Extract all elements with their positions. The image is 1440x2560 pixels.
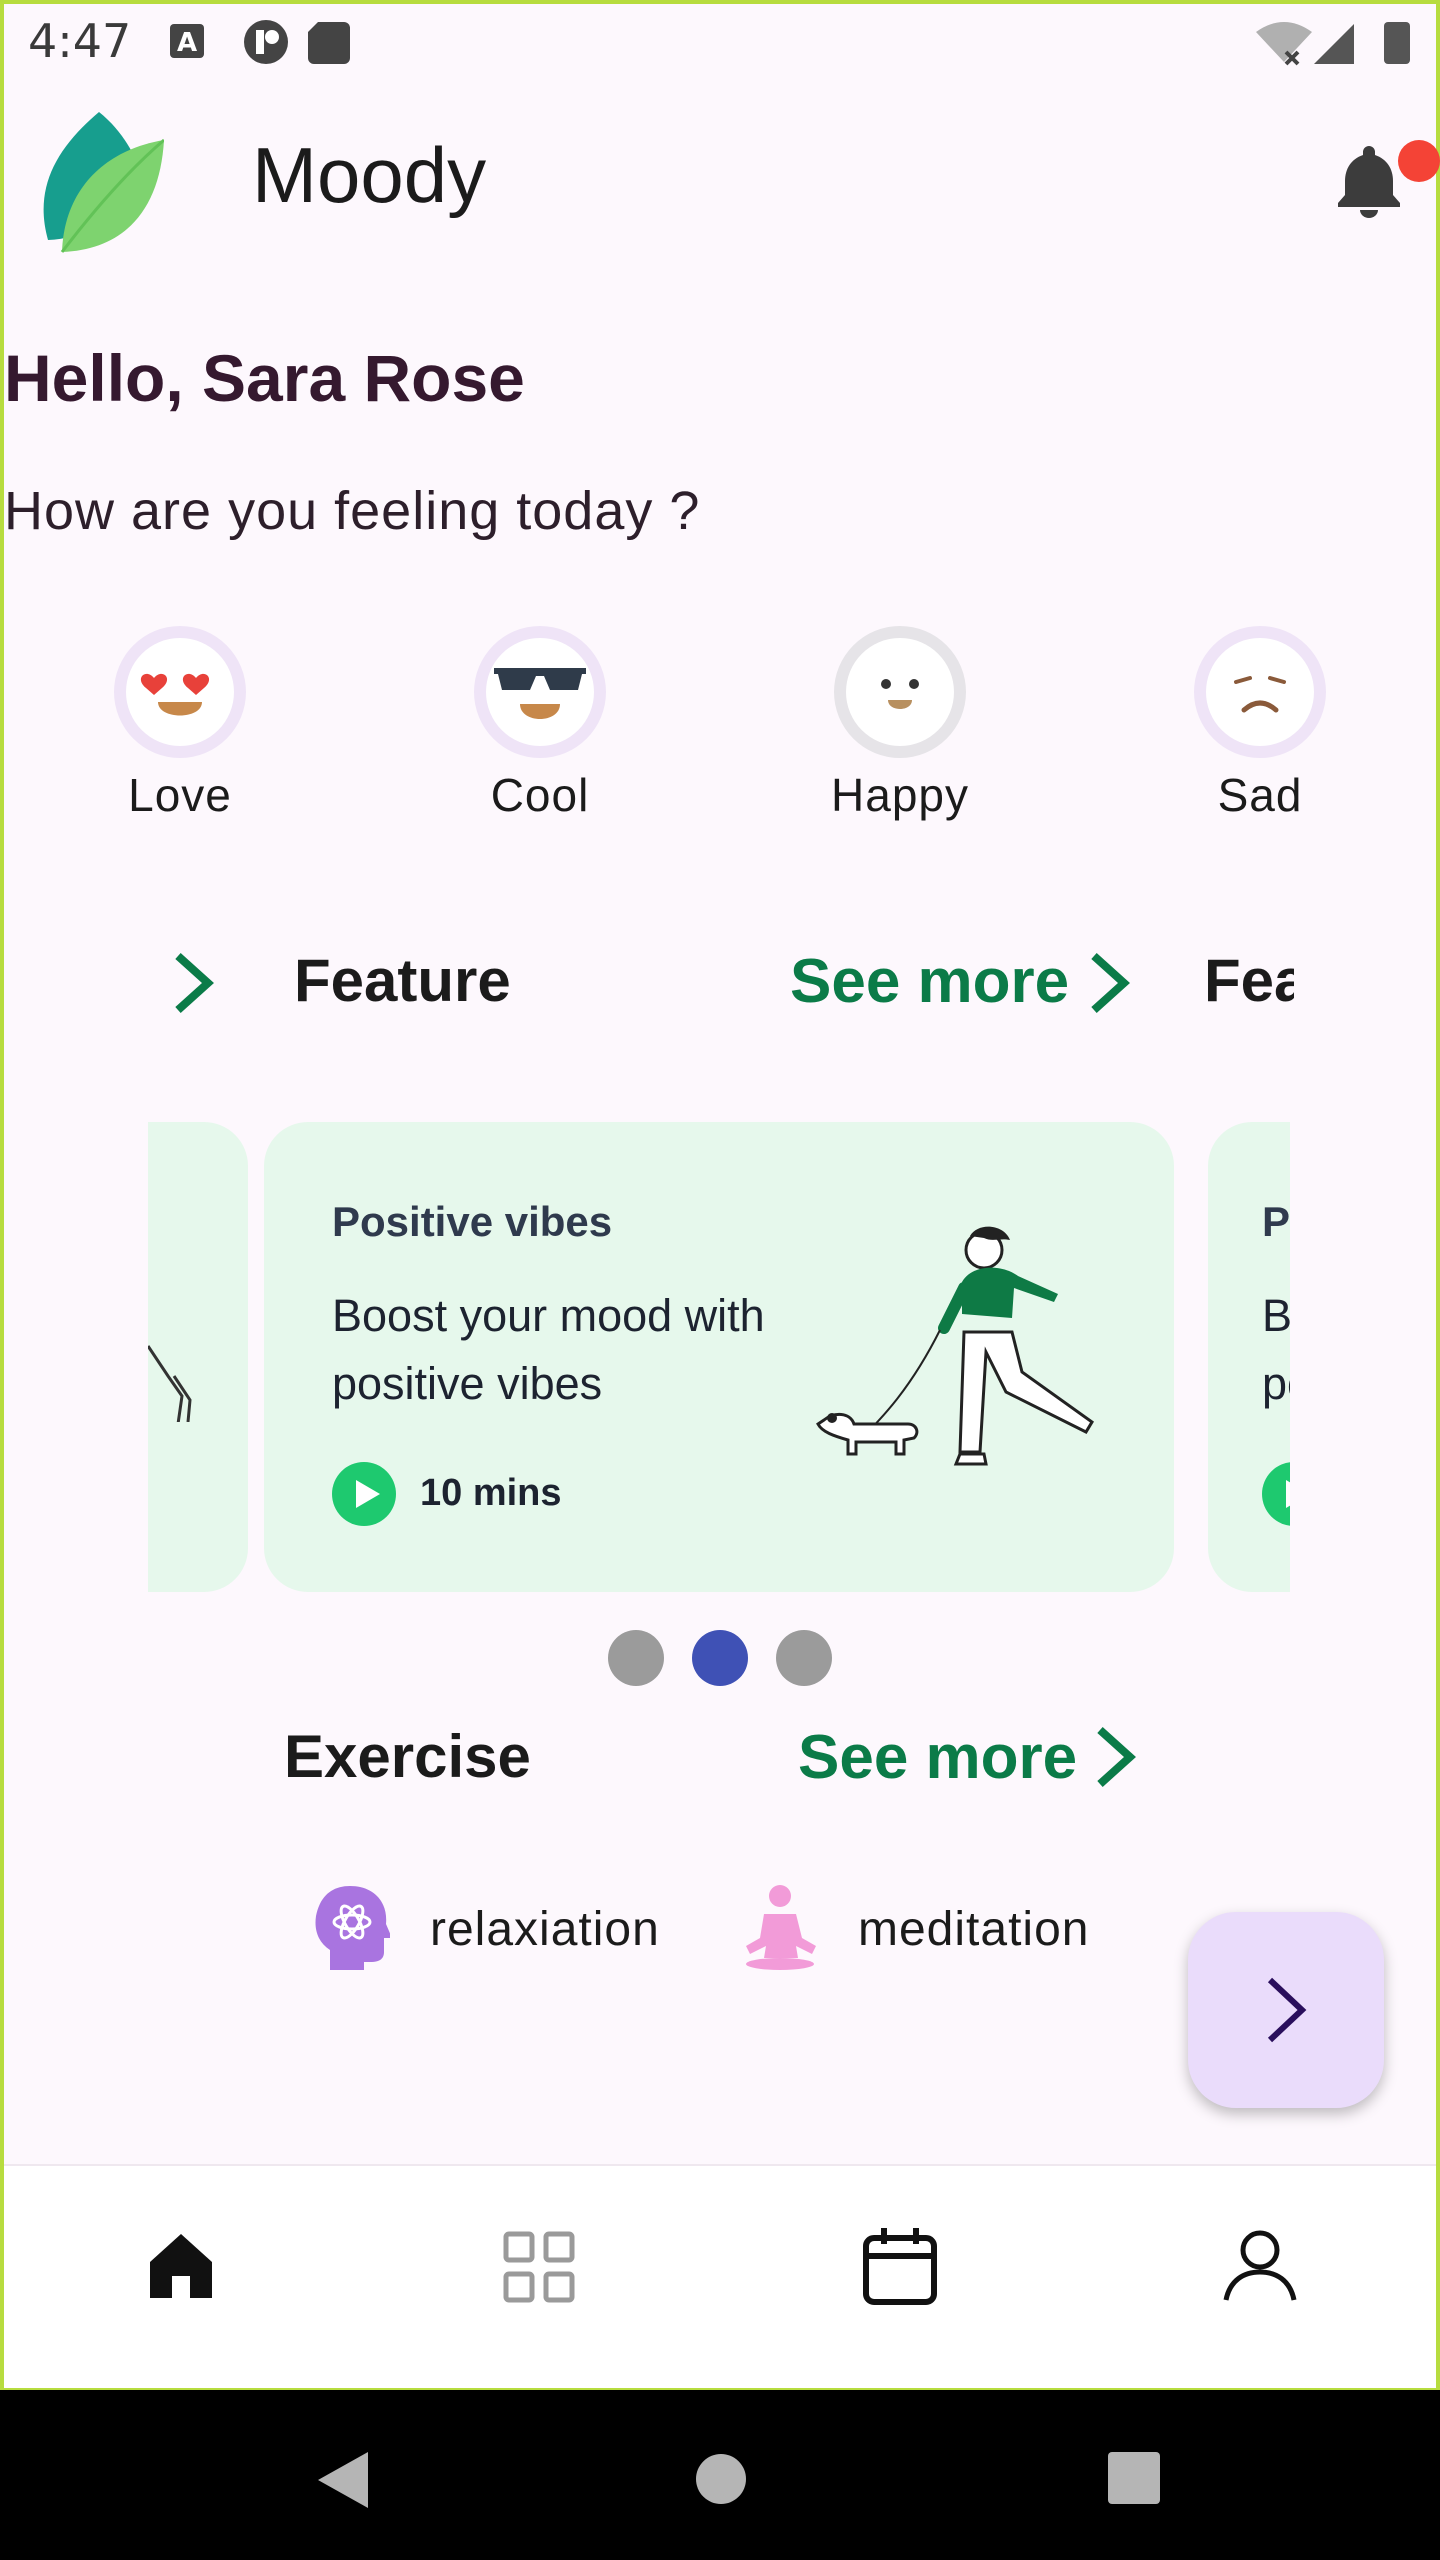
carousel-dot-3[interactable] [776, 1630, 832, 1686]
bottom-navigation [4, 2164, 1436, 2388]
next-card-description: Bo po [1262, 1290, 1290, 1409]
status-time: 4:47 [28, 14, 132, 68]
feature-title: Feature [294, 947, 511, 1014]
system-navigation-bar [0, 2390, 1440, 2560]
back-icon[interactable] [316, 2450, 370, 2510]
mood-love[interactable]: Love [80, 626, 280, 822]
card-description: Boost your mood with positive vibes [332, 1290, 765, 1409]
feature-carousel[interactable]: Positive vibes Boost your mood with posi… [148, 1122, 1290, 1592]
mood-happy-label: Happy [831, 769, 969, 821]
mood-love-ring [114, 626, 246, 758]
profile-icon[interactable] [1222, 2228, 1298, 2304]
mood-happy[interactable]: Happy [800, 626, 1000, 822]
recents-icon[interactable] [1106, 2450, 1162, 2506]
greeting-heading: Hello, Sara Rose [4, 341, 525, 415]
mood-sad-ring [1194, 626, 1326, 758]
card-duration: 10 mins [420, 1472, 562, 1514]
grid-icon[interactable] [502, 2230, 576, 2304]
next-fab-button[interactable] [1188, 1912, 1384, 2108]
svg-text:A: A [177, 28, 197, 58]
next-card-play-icon[interactable] [1262, 1462, 1290, 1526]
feature-see-more-label: See more [790, 947, 1070, 1016]
woman-walking-dog-illustration [816, 1226, 1094, 1466]
next-feature-title-text: Fea [1204, 947, 1294, 1014]
home-circle-icon[interactable] [694, 2452, 748, 2506]
card-title: Positive vibes [332, 1198, 613, 1245]
status-bar: 4:47 A [0, 0, 1440, 84]
status-system-icons [1256, 22, 1410, 66]
carousel-dot-1[interactable] [608, 1630, 664, 1686]
sad-emoji-icon [1206, 638, 1314, 746]
chevron-right-icon [1267, 1977, 1307, 2043]
sunglasses-emoji-icon [486, 638, 594, 746]
mood-sad[interactable]: Sad [1160, 626, 1360, 822]
notification-bell-icon[interactable] [1336, 144, 1402, 218]
head-atom-icon [315, 1886, 390, 1970]
mood-cool-ring [474, 626, 606, 758]
app-logo [43, 112, 164, 253]
exercise-see-more-link[interactable]: See more [798, 1722, 1077, 1793]
walker-illustration-fragment [148, 1345, 192, 1422]
next-card-title: Po [1262, 1198, 1290, 1245]
status-notification-icons: A [170, 20, 350, 64]
carousel-card-previous[interactable] [148, 1122, 248, 1592]
exercise-chip-meditation-label: meditation [858, 1903, 1090, 1956]
app-title: Moody [252, 131, 487, 219]
exercise-see-more-chevron-icon[interactable] [1092, 1724, 1142, 1790]
mood-cool-label: Cool [490, 769, 590, 821]
carousel-card-next[interactable]: Po Bo po [1208, 1122, 1290, 1592]
carousel-dot-2[interactable] [692, 1630, 748, 1686]
mood-question: How are you feeling today ? [4, 481, 701, 541]
mood-love-label: Love [128, 769, 232, 821]
exercise-chip-relaxiation[interactable]: relaxiation [314, 1884, 674, 1974]
mood-cool[interactable]: Cool [440, 626, 640, 822]
exercise-chip-meditation[interactable]: meditation [742, 1884, 1122, 1974]
mood-happy-ring [834, 626, 966, 758]
meditation-icon [746, 1885, 816, 1970]
carousel-card-active[interactable]: Positive vibes Boost your mood with posi… [264, 1122, 1174, 1592]
exercise-chip-relaxiation-label: relaxiation [430, 1903, 660, 1956]
mood-sad-label: Sad [1217, 769, 1303, 821]
card-play-icon[interactable] [332, 1462, 396, 1526]
feature-see-more-link[interactable]: See more [790, 946, 1069, 1017]
feature-see-more-chevron-icon[interactable] [1086, 950, 1136, 1016]
home-icon[interactable] [146, 2230, 216, 2300]
exercise-see-more-label: See more [798, 1723, 1078, 1792]
feature-prev-chevron-icon[interactable] [170, 950, 220, 1016]
notification-badge [1398, 140, 1440, 182]
love-emoji-icon [126, 638, 234, 746]
calendar-icon[interactable] [862, 2226, 938, 2306]
next-feature-title-partial: Fea [1204, 946, 1294, 1015]
happy-emoji-icon [846, 638, 954, 746]
exercise-title: Exercise [284, 1723, 531, 1790]
